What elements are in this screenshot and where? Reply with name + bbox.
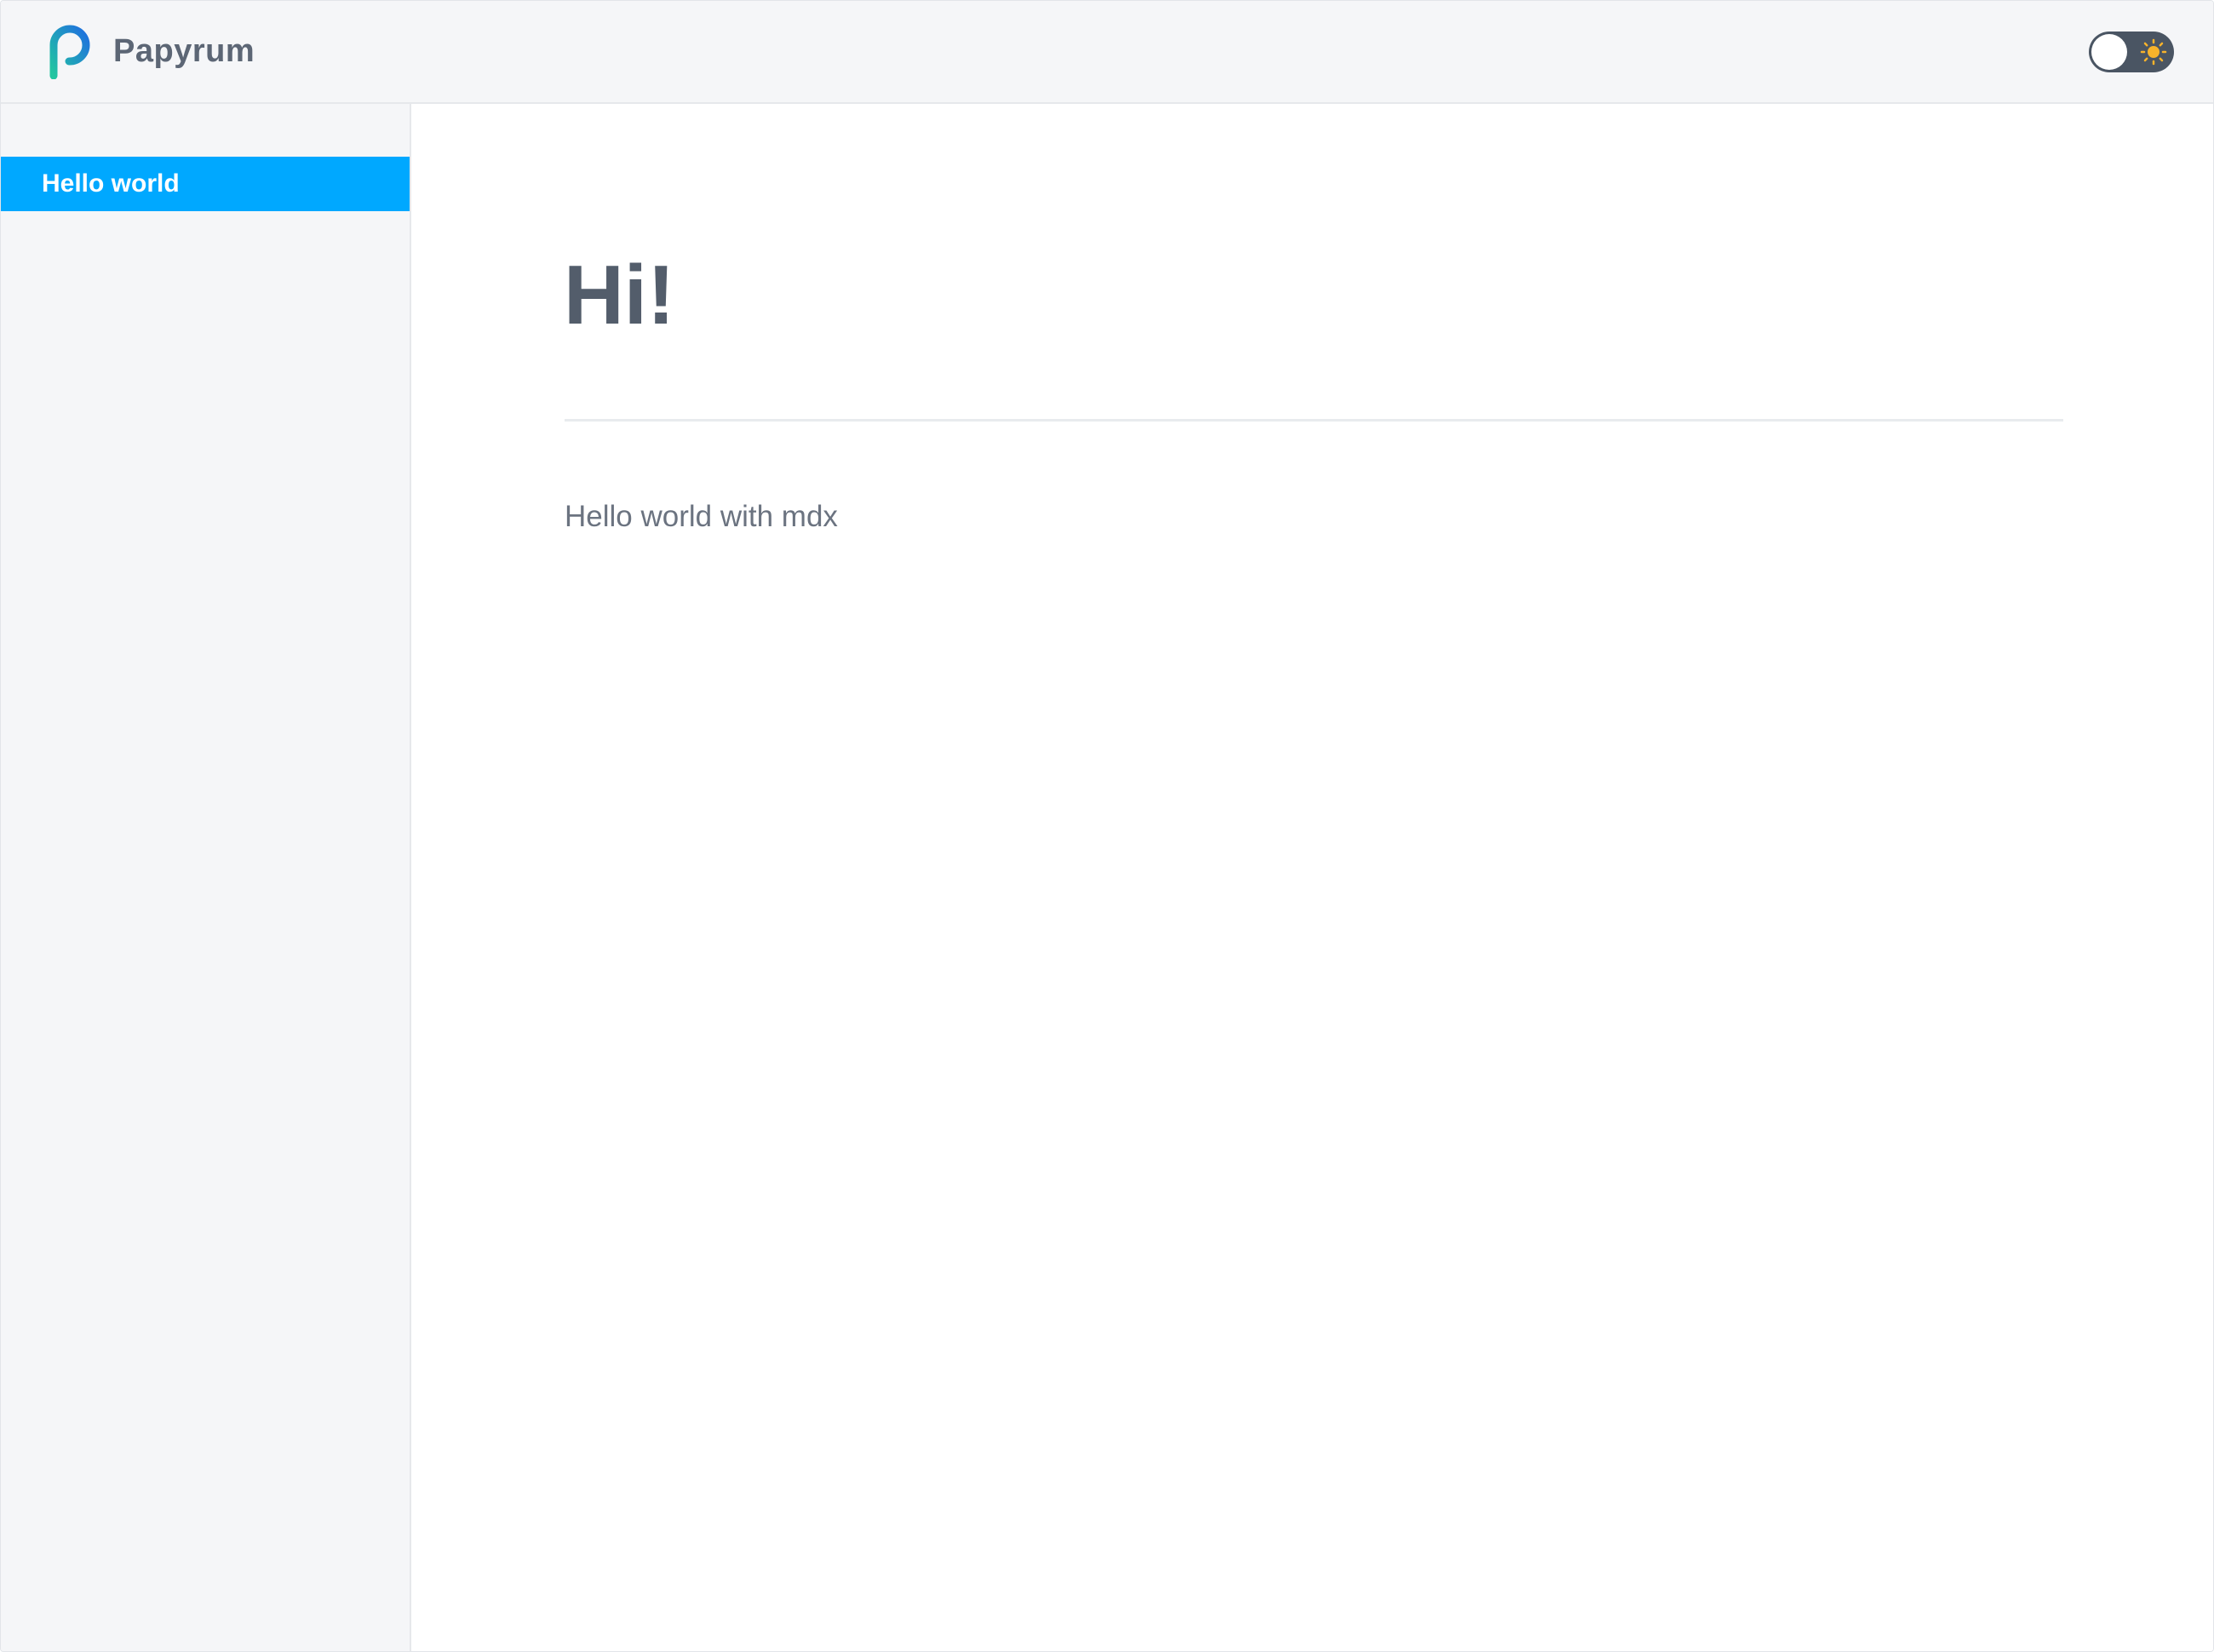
sidebar: Hello world [1, 104, 411, 1651]
sidebar-item-label: Hello world [42, 169, 180, 198]
brand-name[interactable]: Papyrum [113, 30, 255, 72]
toggle-knob [2091, 34, 2127, 70]
page-title: Hi! [564, 248, 675, 341]
app-window: Papyrum Hello world Hi! Hello world with… [0, 0, 2214, 1652]
body-paragraph: Hello world with mdx [565, 500, 838, 533]
top-header: Papyrum [1, 1, 2213, 104]
title-divider [565, 419, 2063, 422]
theme-toggle[interactable] [2089, 32, 2174, 72]
sun-icon [2140, 38, 2167, 66]
main-content: Hi! Hello world with mdx [411, 104, 2213, 1651]
papyrum-p-logo-icon[interactable] [47, 23, 93, 79]
sidebar-item-hello-world[interactable]: Hello world [1, 157, 410, 211]
